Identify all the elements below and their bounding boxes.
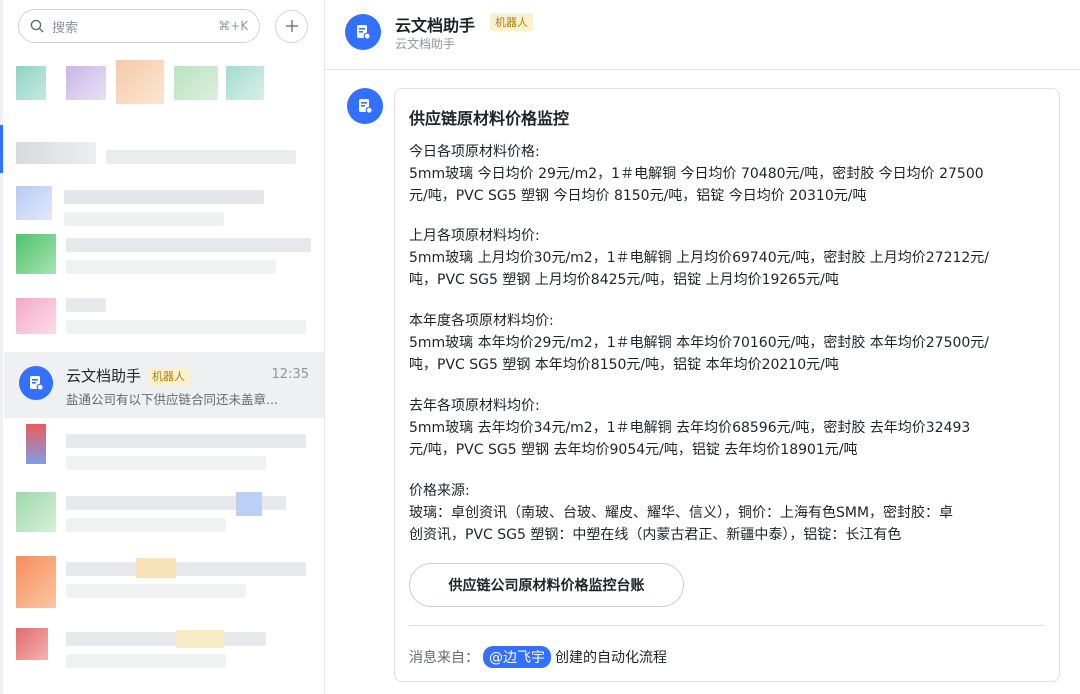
section-line: 5mm玻璃 去年均价34元/m2，1＃电解铜 去年均价68596元/吨，密封胶 … xyxy=(409,420,971,436)
conversation-time: 12:35 xyxy=(271,367,309,382)
section-heading: 价格来源: xyxy=(409,483,470,499)
chat-header: 云文档助手 机器人 云文档助手 xyxy=(325,0,1080,70)
add-button[interactable] xyxy=(275,9,308,43)
sidebar-edge-indicator xyxy=(0,125,3,173)
section-line: 元/吨，PVC SG5 塑钢 今日均价 8150元/吨，铝锭 今日均价 2031… xyxy=(409,188,867,204)
conversation-item-blurred[interactable] xyxy=(4,622,324,684)
conversation-item-blurred[interactable] xyxy=(4,60,324,122)
search-input[interactable]: 搜索 ⌘+K xyxy=(18,9,261,43)
bot-badge: 机器人 xyxy=(490,13,533,31)
sidebar-edge xyxy=(0,0,3,694)
section-line: 5mm玻璃 上月均价30元/m2，1＃电解铜 上月均价69740元/吨，密封胶 … xyxy=(409,250,990,266)
doc-bot-icon xyxy=(30,376,44,391)
conversation-item-blurred[interactable] xyxy=(4,488,324,550)
search-placeholder: 搜索 xyxy=(52,20,79,36)
price-ledger-button[interactable]: 供应链公司原材料价格监控台账 xyxy=(409,563,684,607)
conversation-sidebar: 搜索 ⌘+K 云文档助手 机器人 12:35 盐通公司有以下供应链合同还未盖章.… xyxy=(0,0,325,694)
section-heading: 去年各项原材料均价: xyxy=(409,398,540,414)
section-heading: 今日各项原材料价格: xyxy=(409,144,540,160)
chat-title[interactable]: 云文档助手 xyxy=(395,12,475,36)
message-avatar[interactable] xyxy=(347,88,383,124)
conversation-item-blurred[interactable] xyxy=(4,424,324,486)
search-shortcut: ⌘+K xyxy=(218,19,249,33)
price-section-sources: 价格来源: 玻璃：卓创资讯（南玻、台玻、耀皮、耀华、信义），铜价：上海有色SMM… xyxy=(409,480,1039,546)
conversation-item-blurred[interactable] xyxy=(4,552,324,614)
source-label: 消息来自： xyxy=(409,650,479,666)
section-line: 元/吨，PVC SG5 塑钢 去年均价9054元/吨，铝锭 去年均价18901元… xyxy=(409,442,858,458)
search-icon xyxy=(30,19,44,33)
section-line: 吨，PVC SG5 塑钢 本年均价8150元/吨，铝锭 本年均价20210元/吨 xyxy=(409,357,839,373)
price-section-last-year: 去年各项原材料均价: 5mm玻璃 去年均价34元/m2，1＃电解铜 去年均价68… xyxy=(409,395,1039,461)
card-title: 供应链原材料价格监控 xyxy=(409,109,570,128)
price-section-today: 今日各项原材料价格: 5mm玻璃 今日均价 29元/m2，1＃电解铜 今日均价 … xyxy=(409,141,1039,207)
section-line: 吨，PVC SG5 塑钢 上月均价8425元/吨，铝锭 上月均价19265元/吨 xyxy=(409,272,839,288)
section-heading: 上月各项原材料均价: xyxy=(409,228,540,244)
message-card: 供应链原材料价格监控 今日各项原材料价格: 5mm玻璃 今日均价 29元/m2，… xyxy=(394,88,1060,682)
price-section-last-month: 上月各项原材料均价: 5mm玻璃 上月均价30元/m2，1＃电解铜 上月均价69… xyxy=(409,225,1039,291)
section-heading: 本年度各项原材料均价: xyxy=(409,313,554,329)
conversation-item-cloud-doc-assistant[interactable]: 云文档助手 机器人 12:35 盐通公司有以下供应链合同还未盖章... xyxy=(4,352,324,418)
user-mention[interactable]: @边飞宇 xyxy=(483,646,551,668)
card-divider xyxy=(409,625,1045,626)
section-line: 5mm玻璃 本年均价29元/m2，1＃电解铜 本年均价70160元/吨，密封胶 … xyxy=(409,335,990,351)
section-line: 5mm玻璃 今日均价 29元/m2，1＃电解铜 今日均价 70480元/吨，密封… xyxy=(409,166,984,182)
conversation-name: 云文档助手 xyxy=(66,367,142,385)
chat-subtitle: 云文档助手 xyxy=(395,37,456,51)
conversation-preview: 盐通公司有以下供应链合同还未盖章... xyxy=(66,392,278,407)
doc-bot-icon xyxy=(359,99,373,114)
section-line: 玻璃：卓创资讯（南玻、台玻、耀皮、耀华、信义），铜价：上海有色SMM，密封胶：卓 xyxy=(409,505,954,521)
price-section-this-year: 本年度各项原材料均价: 5mm玻璃 本年均价29元/m2，1＃电解铜 本年均价7… xyxy=(409,310,1039,376)
avatar xyxy=(19,366,53,400)
message-source: 消息来自： @边飞宇 创建的自动化流程 xyxy=(409,646,667,668)
conversation-item-blurred[interactable] xyxy=(4,292,324,354)
bot-badge: 机器人 xyxy=(147,367,190,385)
header-avatar[interactable] xyxy=(345,14,381,50)
conversation-item-blurred[interactable] xyxy=(4,230,324,292)
plus-icon xyxy=(285,20,298,32)
chat-panel: 云文档助手 机器人 云文档助手 供应链原材料价格监控 今日各项原材料价格: 5m… xyxy=(325,0,1080,694)
doc-bot-icon xyxy=(357,25,371,40)
section-line: 创资讯，PVC SG5 塑钢：中塑在线（内蒙古君正、新疆中泰），铝锭：长江有色 xyxy=(409,527,902,543)
source-suffix: 创建的自动化流程 xyxy=(555,650,667,666)
